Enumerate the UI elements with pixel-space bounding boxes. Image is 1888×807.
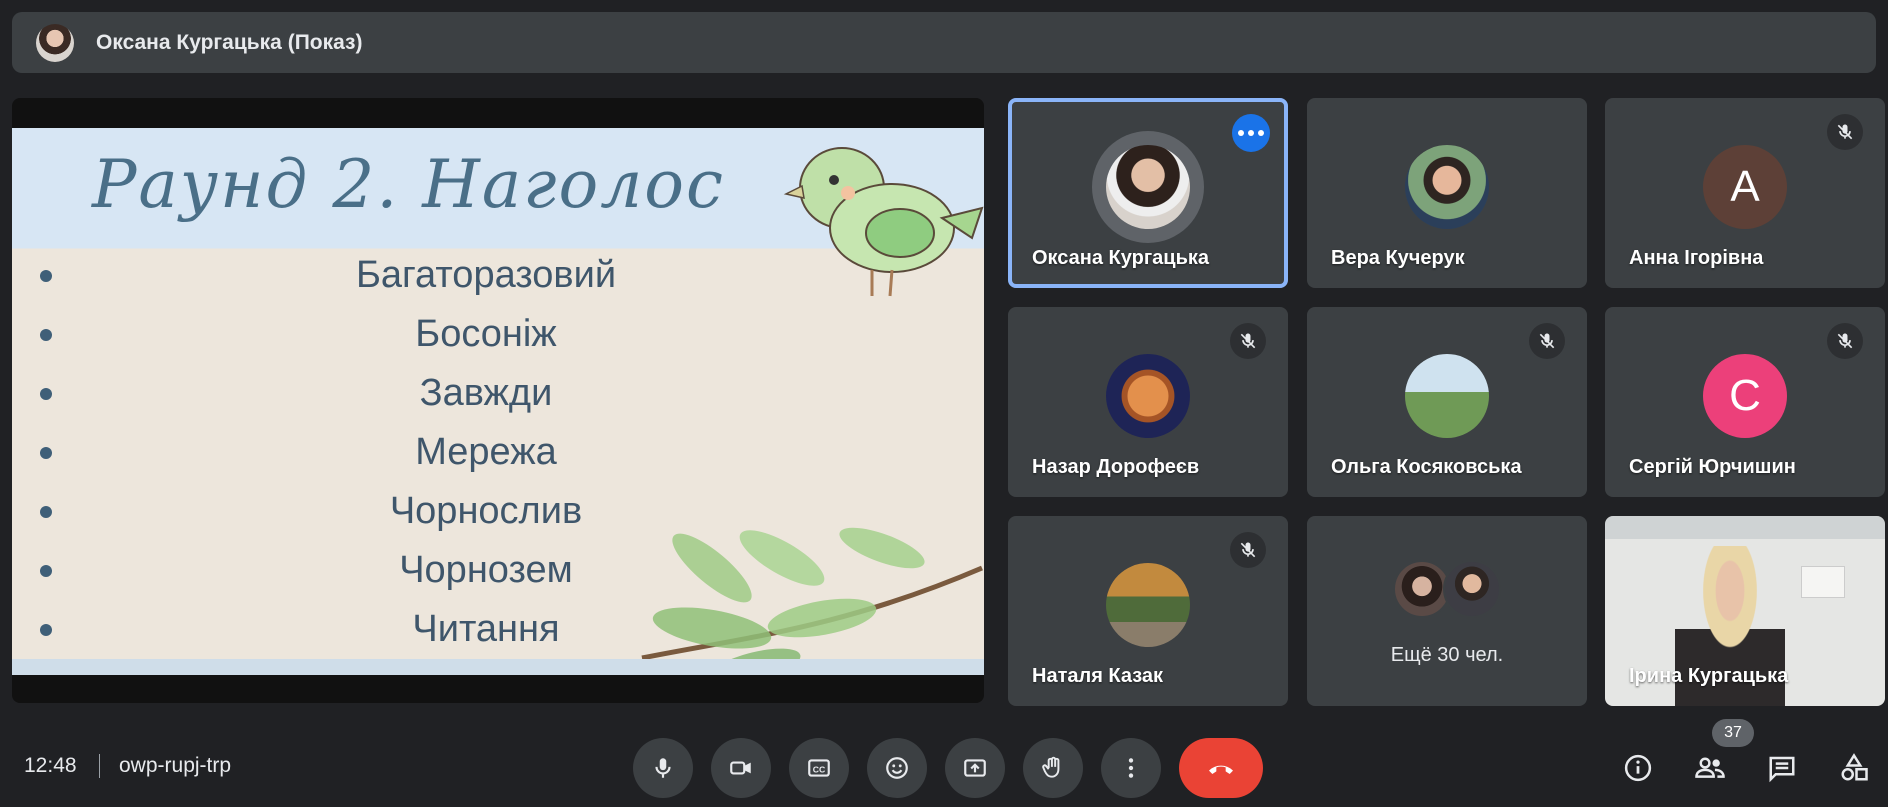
presenter-title: Оксана Кургацька (Показ) <box>96 30 363 54</box>
participant-tile-serhii[interactable]: C Сергій Юрчишин <box>1605 307 1885 497</box>
slide-title: Раунд 2. Наголос <box>92 146 725 223</box>
mic-off-icon <box>1827 323 1863 359</box>
emoji-button[interactable] <box>867 738 927 798</box>
presenter-bar: Оксана Кургацька (Показ) <box>12 12 1876 73</box>
more-options-button[interactable] <box>1232 114 1270 152</box>
avatar <box>1092 131 1204 243</box>
divider <box>99 754 100 778</box>
emoji-icon <box>886 757 908 779</box>
list-item: Босоніж <box>26 305 926 364</box>
list-item: Чорнослив <box>26 482 926 541</box>
participant-name: Сергій Юрчишин <box>1629 456 1796 478</box>
camera-icon <box>730 761 751 775</box>
list-item: Завжди <box>26 364 926 423</box>
bullet-icon <box>40 505 52 518</box>
raise-hand-button[interactable] <box>1023 738 1083 798</box>
participant-tile-vera[interactable]: Вера Кучерук <box>1307 98 1587 288</box>
mic-off-icon <box>1230 532 1266 568</box>
raise-hand-icon <box>1042 756 1060 778</box>
people-button[interactable] <box>1688 746 1732 790</box>
slide: Раунд 2. Наголос Багаторазовий Босоніж З… <box>12 128 984 675</box>
meeting-code: owp-rupj-trp <box>119 754 232 777</box>
slide-word-list: Багаторазовий Босоніж Завжди Мережа Чорн… <box>26 246 926 659</box>
mic-button[interactable] <box>633 738 693 798</box>
captions-button[interactable]: CC <box>789 738 849 798</box>
participant-tile-nazar[interactable]: Назар Дорофеєв <box>1008 307 1288 497</box>
captions-icon: CC <box>808 759 830 777</box>
participant-tile-anna[interactable]: A Анна Ігорівна <box>1605 98 1885 288</box>
present-icon <box>964 759 986 777</box>
participant-name: Оксана Кургацька <box>1032 247 1210 269</box>
participant-tile-oksana[interactable]: Оксана Кургацька <box>1008 98 1288 288</box>
call-controls: CC <box>633 738 1263 798</box>
more-options-button[interactable] <box>1101 738 1161 798</box>
avatar <box>1405 145 1489 229</box>
chat-icon <box>1769 756 1795 783</box>
list-item: Читання <box>26 600 926 659</box>
activities-button[interactable] <box>1832 746 1876 790</box>
bullet-icon <box>40 387 52 400</box>
control-bar: 12:48 owp-rupj-trp CC 37 <box>0 716 1888 807</box>
meeting-time: 12:48 <box>24 754 77 777</box>
participant-name: Анна Ігорівна <box>1629 247 1764 269</box>
avatar <box>1405 354 1489 438</box>
mic-off-icon <box>1230 323 1266 359</box>
others-label: Ещё 30 чел. <box>1390 644 1504 666</box>
avatar: C <box>1703 354 1787 438</box>
hangup-button[interactable] <box>1179 738 1263 798</box>
others-tile[interactable]: Ещё 30 чел. <box>1307 516 1587 706</box>
avatar <box>1106 563 1190 647</box>
participant-name: Ольга Косяковська <box>1331 456 1522 478</box>
hangup-icon <box>1209 765 1233 774</box>
presentation-view[interactable]: Раунд 2. Наголос Багаторазовий Босоніж З… <box>12 98 984 703</box>
participant-tile-natalia[interactable]: Наталя Казак <box>1008 516 1288 706</box>
present-button[interactable] <box>945 738 1005 798</box>
participant-tile-iryna[interactable]: Ірина Кургацька <box>1605 516 1885 706</box>
participant-name: Вера Кучерук <box>1331 247 1465 269</box>
list-item: Багаторазовий <box>26 246 926 305</box>
bullet-icon <box>40 564 52 577</box>
participant-tile-olga[interactable]: Ольга Косяковська <box>1307 307 1587 497</box>
more-options-icon <box>1128 758 1134 778</box>
bullet-icon <box>40 623 52 636</box>
participants-count-badge: 37 <box>1712 719 1754 747</box>
mic-off-icon <box>1827 114 1863 150</box>
avatar: A <box>1703 145 1787 229</box>
mic-off-icon <box>1529 323 1565 359</box>
participant-name: Назар Дорофеєв <box>1032 456 1200 478</box>
participant-name: Наталя Казак <box>1032 665 1164 687</box>
list-item: Чорнозем <box>26 541 926 600</box>
info-button[interactable] <box>1616 746 1660 790</box>
people-icon <box>1695 757 1725 778</box>
list-item: Мережа <box>26 423 926 482</box>
participant-name: Ірина Кургацька <box>1629 665 1789 687</box>
activities-icon <box>1841 753 1868 781</box>
chat-button[interactable] <box>1760 746 1804 790</box>
svg-text:CC: CC <box>813 764 826 774</box>
bullet-icon <box>40 328 52 341</box>
bullet-icon <box>40 446 52 459</box>
info-icon <box>1624 754 1652 782</box>
mic-icon <box>655 758 671 778</box>
avatar <box>1106 354 1190 438</box>
bullet-icon <box>40 269 52 282</box>
presenter-avatar <box>36 23 74 62</box>
others-avatars <box>1393 560 1501 620</box>
camera-button[interactable] <box>711 738 771 798</box>
